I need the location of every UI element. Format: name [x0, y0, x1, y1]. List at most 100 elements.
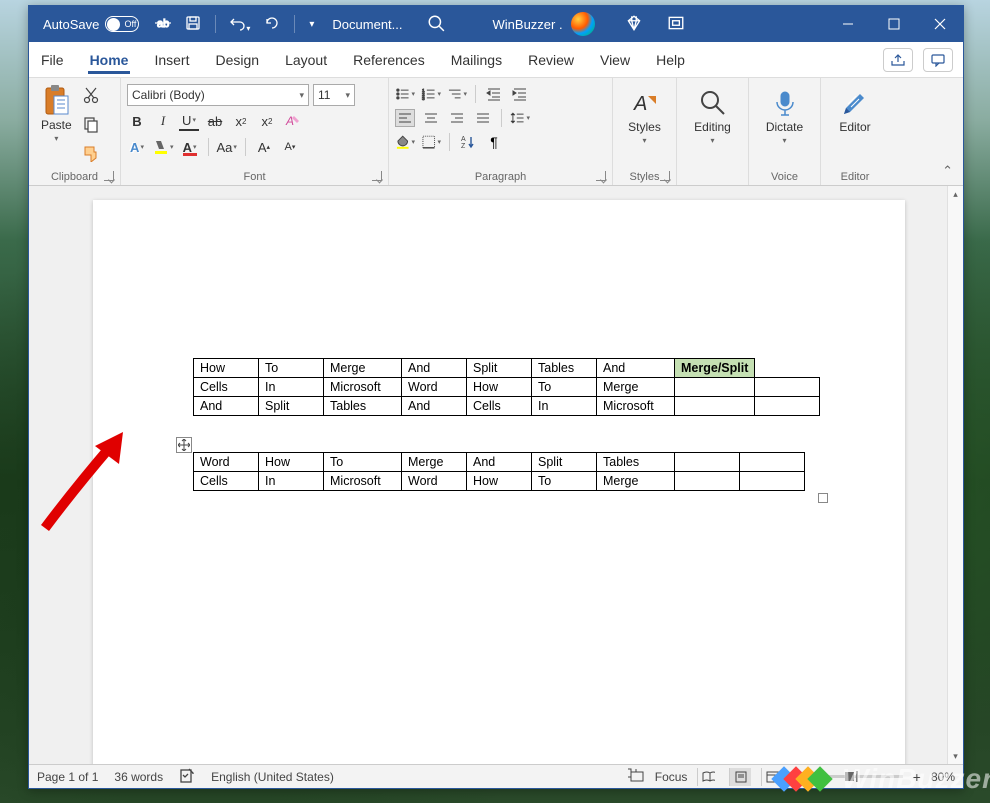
tab-layout[interactable]: Layout	[283, 46, 329, 74]
strikethrough-icon[interactable]: ab	[155, 15, 171, 34]
multilevel-button[interactable]	[447, 85, 467, 103]
table-move-handle[interactable]	[176, 437, 192, 453]
dialog-launcher[interactable]	[104, 171, 114, 181]
styles-button[interactable]: A Styles ▾	[619, 82, 670, 145]
group-clipboard: Paste ▾ Clipboard	[29, 78, 121, 185]
search-icon[interactable]	[427, 14, 445, 35]
diamond-icon[interactable]	[625, 14, 643, 35]
change-case-button[interactable]: Aa	[217, 137, 237, 157]
ribbon: Paste ▾ Clipboard Calibri (Body) 11 B I	[29, 78, 963, 186]
watermark-icon	[775, 770, 829, 788]
align-center-button[interactable]	[421, 109, 441, 127]
tab-help[interactable]: Help	[654, 46, 687, 74]
table-row[interactable]: HowToMergeAndSplitTablesAndMerge/Split	[194, 359, 820, 378]
shrink-font-button[interactable]: A▾	[280, 137, 300, 157]
cut-icon[interactable]	[82, 86, 100, 109]
tab-view[interactable]: View	[598, 46, 632, 74]
bullets-button[interactable]	[395, 85, 415, 103]
group-editing: Editing ▾	[677, 78, 749, 185]
bold-button[interactable]: B	[127, 111, 147, 131]
editor-button[interactable]: Editor	[827, 82, 883, 134]
grow-font-button[interactable]: A▴	[254, 137, 274, 157]
tab-mailings[interactable]: Mailings	[449, 46, 504, 74]
table-row[interactable]: AndSplitTablesAndCellsInMicrosoft	[194, 397, 820, 416]
word-count[interactable]: 36 words	[114, 770, 163, 784]
table-row[interactable]: CellsInMicrosoftWordHowToMerge	[194, 378, 820, 397]
align-left-button[interactable]	[395, 109, 415, 127]
app-mode-icon[interactable]	[667, 14, 685, 35]
dialog-launcher[interactable]	[596, 171, 606, 181]
focus-mode[interactable]: Focus	[655, 770, 688, 784]
paste-button[interactable]: Paste ▾	[35, 82, 78, 145]
scroll-up-icon[interactable]: ▴	[948, 186, 963, 202]
print-layout-icon[interactable]	[729, 768, 751, 786]
document-area[interactable]: HowToMergeAndSplitTablesAndMerge/Split C…	[29, 186, 963, 764]
show-hide-button[interactable]: ¶	[484, 133, 504, 151]
tab-review[interactable]: Review	[526, 46, 576, 74]
highlight-button[interactable]	[153, 137, 174, 157]
share-button[interactable]	[883, 48, 913, 72]
borders-button[interactable]	[421, 133, 441, 151]
read-mode-icon[interactable]	[697, 768, 719, 786]
editing-button[interactable]: Editing ▾	[683, 82, 742, 145]
close-button[interactable]	[917, 6, 963, 42]
table-row[interactable]: WordHowToMergeAndSplitTables	[194, 453, 805, 472]
scroll-down-icon[interactable]: ▾	[948, 748, 963, 764]
undo-icon[interactable]: ▾	[230, 15, 250, 34]
tab-insert[interactable]: Insert	[152, 46, 191, 74]
dictate-button[interactable]: Dictate ▾	[755, 82, 814, 145]
tab-references[interactable]: References	[351, 46, 427, 74]
dialog-launcher[interactable]	[372, 171, 382, 181]
separator	[294, 15, 295, 33]
font-size-combo[interactable]: 11	[313, 84, 355, 106]
document-table-2[interactable]: WordHowToMergeAndSplitTables CellsInMicr…	[193, 452, 805, 491]
spellcheck-icon[interactable]	[179, 767, 195, 786]
font-name-combo[interactable]: Calibri (Body)	[127, 84, 309, 106]
sort-button[interactable]: AZ	[458, 133, 478, 151]
minimize-button[interactable]	[825, 6, 871, 42]
italic-button[interactable]: I	[153, 111, 173, 131]
table-row[interactable]: CellsInMicrosoftWordHowToMerge	[194, 472, 805, 491]
copy-icon[interactable]	[82, 115, 100, 138]
maximize-button[interactable]	[871, 6, 917, 42]
user-name: WinBuzzer .	[493, 17, 563, 32]
text-effects-button[interactable]: A	[127, 137, 147, 157]
collapse-ribbon-icon[interactable]: ⌃	[942, 163, 953, 179]
vertical-scrollbar[interactable]: ▴ ▾	[947, 186, 963, 764]
clear-formatting-button[interactable]: A	[283, 111, 303, 131]
display-settings-icon[interactable]	[627, 768, 645, 785]
tab-design[interactable]: Design	[213, 46, 261, 74]
group-editor: Editor Editor	[821, 78, 889, 185]
numbering-button[interactable]: 123	[421, 85, 441, 103]
separator	[215, 15, 216, 33]
dialog-launcher[interactable]	[660, 171, 670, 181]
align-right-button[interactable]	[447, 109, 467, 127]
document-table-1[interactable]: HowToMergeAndSplitTablesAndMerge/Split C…	[193, 358, 820, 416]
increase-indent-button[interactable]	[510, 85, 530, 103]
qat-dropdown-icon[interactable]: ▾	[309, 19, 314, 30]
page-count[interactable]: Page 1 of 1	[37, 770, 98, 784]
comments-button[interactable]	[923, 48, 953, 72]
language-status[interactable]: English (United States)	[211, 770, 334, 784]
format-painter-icon[interactable]	[82, 144, 100, 167]
toggle-switch[interactable]: Off	[105, 16, 139, 32]
table-resize-handle[interactable]	[818, 493, 828, 503]
shading-button[interactable]	[395, 133, 415, 151]
redo-icon[interactable]	[264, 15, 280, 34]
superscript-button[interactable]: x2	[257, 111, 277, 131]
save-icon[interactable]	[185, 15, 201, 34]
justify-button[interactable]	[473, 109, 493, 127]
autosave-toggle[interactable]: AutoSave Off	[43, 16, 139, 32]
underline-button[interactable]: U	[179, 111, 199, 131]
autosave-label: AutoSave	[43, 17, 99, 32]
user-account[interactable]: WinBuzzer .	[493, 12, 595, 36]
font-color-button[interactable]: A	[180, 137, 200, 157]
tab-file[interactable]: File	[39, 46, 66, 74]
page[interactable]: HowToMergeAndSplitTablesAndMerge/Split C…	[93, 200, 905, 764]
tab-home[interactable]: Home	[88, 46, 131, 74]
decrease-indent-button[interactable]	[484, 85, 504, 103]
strikethrough-button[interactable]: ab	[205, 111, 225, 131]
group-label: Font	[121, 171, 388, 183]
subscript-button[interactable]: x2	[231, 111, 251, 131]
line-spacing-button[interactable]	[510, 109, 530, 127]
